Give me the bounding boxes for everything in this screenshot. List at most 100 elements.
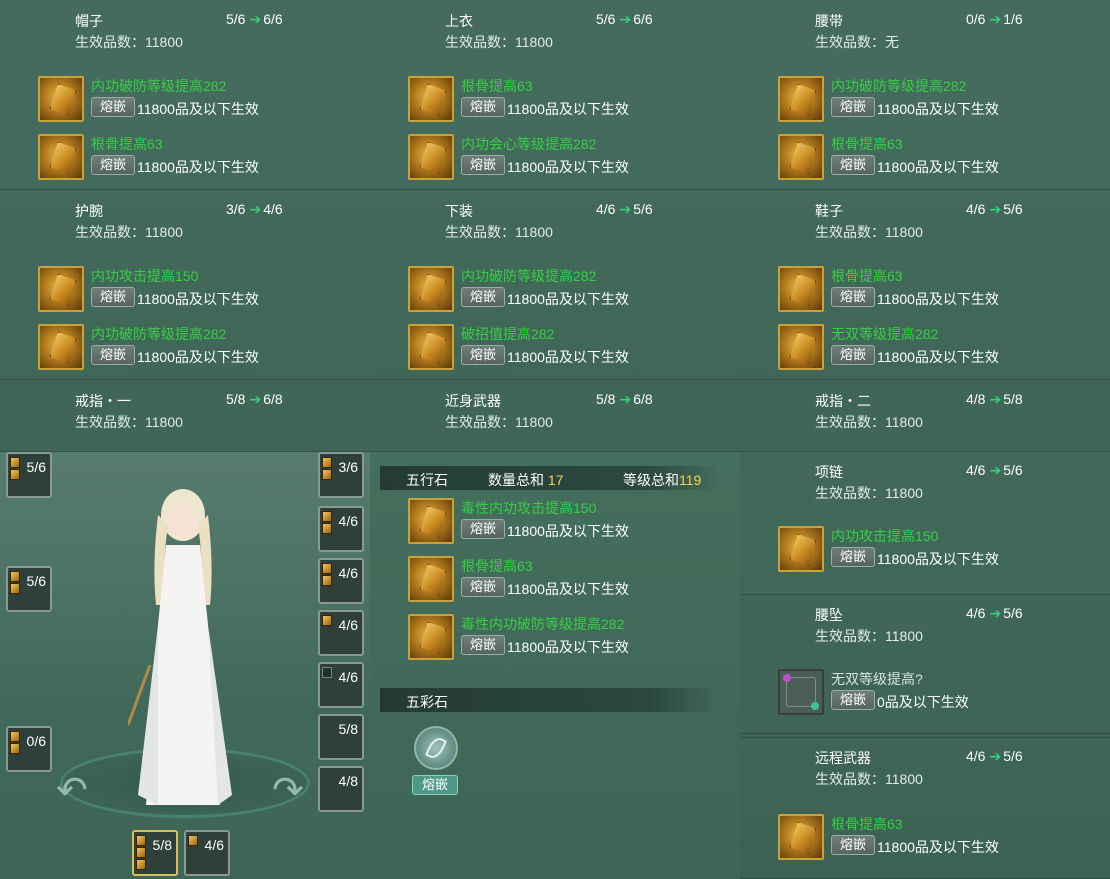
gem-name: 内功会心等级提高282 xyxy=(461,136,597,152)
gem-icon[interactable] xyxy=(38,324,84,370)
inlay-button[interactable]: 熔嵌 xyxy=(831,690,875,710)
equip-slot-bottom-2[interactable]: 4/6 xyxy=(184,830,230,876)
rotate-right-icon[interactable]: ↷ xyxy=(272,768,304,813)
gem-icon[interactable] xyxy=(778,266,824,312)
gem-icon[interactable] xyxy=(38,266,84,312)
gem-row: 无双等级提高282 熔嵌 11800品及以下生效 xyxy=(778,324,1108,374)
inlay-button[interactable]: 熔嵌 xyxy=(461,635,505,655)
inlay-button[interactable]: 熔嵌 xyxy=(91,97,135,117)
equip-slot-right-3[interactable]: 4/6 xyxy=(318,558,364,604)
gem-desc: 11800品及以下生效 xyxy=(877,101,999,117)
gem-icon[interactable] xyxy=(408,556,454,602)
slot-grade: 生效品数：11800 xyxy=(445,224,553,240)
gem-desc: 11800品及以下生效 xyxy=(877,839,999,855)
inlay-button[interactable]: 熔嵌 xyxy=(461,345,505,365)
inlay-button[interactable]: 熔嵌 xyxy=(91,345,135,365)
slot-progress: 4/8 ➔ 5/8 xyxy=(966,391,1023,407)
gem-icon[interactable] xyxy=(778,134,824,180)
gem-icon[interactable] xyxy=(408,498,454,544)
gem-row: 根骨提高63 熔嵌 11800品及以下生效 xyxy=(408,76,738,126)
gem-desc: 11800品及以下生效 xyxy=(137,291,259,307)
inlay-button[interactable]: 熔嵌 xyxy=(831,287,875,307)
equip-slot-left-1[interactable]: 5/6 xyxy=(6,452,52,498)
gem-desc: 11800品及以下生效 xyxy=(507,639,629,655)
gem-icon[interactable] xyxy=(778,76,824,122)
slot-name: 护腕 xyxy=(75,203,103,219)
gem-name: 内功破防等级提高282 xyxy=(91,326,227,342)
gem-row: 内功会心等级提高282 熔嵌 11800品及以下生效 xyxy=(408,134,738,184)
arrow-right-icon: ➔ xyxy=(619,11,632,27)
slot-name: 腰坠 xyxy=(815,607,843,623)
slot-name: 戒指・二 xyxy=(815,393,871,409)
equip-slot-bottom-1[interactable]: 5/8 xyxy=(132,830,178,876)
gem-row: 内功攻击提高150 熔嵌 11800品及以下生效 xyxy=(778,526,1108,576)
gem-icon[interactable] xyxy=(408,76,454,122)
gem-icon[interactable] xyxy=(408,614,454,660)
gem-name: 根骨提高63 xyxy=(461,78,533,94)
slot-progress: 4/6 ➔ 5/6 xyxy=(966,748,1023,764)
colored-stone-socket-icon[interactable] xyxy=(414,726,458,770)
gem-name: 无双等级提高282 xyxy=(831,326,939,342)
equip-slot-left-3[interactable]: 0/6 xyxy=(6,726,52,772)
inlay-button[interactable]: 熔嵌 xyxy=(831,835,875,855)
arrow-right-icon: ➔ xyxy=(249,201,262,217)
equip-slot-left-2[interactable]: 5/6 xyxy=(6,566,52,612)
inlay-button[interactable]: 熔嵌 xyxy=(831,97,875,117)
empty-gem-socket-icon[interactable] xyxy=(778,669,824,715)
rotate-left-icon[interactable]: ↶ xyxy=(56,768,88,813)
arrow-right-icon: ➔ xyxy=(619,391,632,407)
inlay-button[interactable]: 熔嵌 xyxy=(461,155,505,175)
gem-name: 内功破防等级提高282 xyxy=(461,268,597,284)
arrow-right-icon: ➔ xyxy=(989,605,1002,621)
slot-grade: 生效品数：11800 xyxy=(815,485,923,501)
gem-icon[interactable] xyxy=(38,76,84,122)
equip-slot-right-5[interactable]: 4/6 xyxy=(318,662,364,708)
slot-panel-belt: 腰带 0/6 ➔ 1/6 生效品数：无 内功破防等级提高282 熔嵌 11800品及… xyxy=(740,0,1110,190)
inlay-button[interactable]: 熔嵌 xyxy=(461,519,505,539)
gem-icon[interactable] xyxy=(778,526,824,572)
equip-slot-right-1[interactable]: 3/6 xyxy=(318,452,364,498)
inlay-button[interactable]: 熔嵌 xyxy=(831,155,875,175)
slot-panel-top: 上衣 5/6 ➔ 6/6 生效品数：11800 根骨提高63 熔嵌 11800品及以… xyxy=(370,0,740,190)
gem-name: 根骨提高63 xyxy=(831,816,903,832)
five-elements-header: 五行石 数量总和 17 等级总和119 xyxy=(380,466,718,490)
inlay-button[interactable]: 熔嵌 xyxy=(831,547,875,567)
gem-row: 内功破防等级提高282 熔嵌 11800品及以下生效 xyxy=(408,266,738,316)
equip-slot-right-7[interactable]: 4/8 xyxy=(318,766,364,812)
gem-row: 根骨提高63 熔嵌 11800品及以下生效 xyxy=(408,556,738,606)
inlay-button[interactable]: 熔嵌 xyxy=(461,577,505,597)
inlay-button[interactable]: 熔嵌 xyxy=(91,155,135,175)
gem-desc: 11800品及以下生效 xyxy=(137,159,259,175)
equip-slot-right-2[interactable]: 4/6 xyxy=(318,506,364,552)
gem-icon[interactable] xyxy=(408,324,454,370)
character-model xyxy=(128,489,232,805)
slot-progress: 5/6 ➔ 6/6 xyxy=(596,11,653,27)
equip-slot-right-6[interactable]: 5/8 xyxy=(318,714,364,760)
gem-name: 毒性内功破防等级提高282 xyxy=(461,616,625,632)
gem-desc: 11800品及以下生效 xyxy=(877,349,999,365)
slot-grade: 生效品数：11800 xyxy=(75,414,183,430)
colored-stone-inlay-button[interactable]: 熔嵌 xyxy=(412,775,458,795)
slot-panel-shoes: 鞋子 4/6 ➔ 5/6 生效品数：11800 根骨提高63 熔嵌 11800品及以… xyxy=(740,190,1110,380)
gem-row: 内功攻击提高150 熔嵌 11800品及以下生效 xyxy=(38,266,368,316)
slot-panel-pants: 下装 4/6 ➔ 5/6 生效品数：11800 内功破防等级提高282 熔嵌 118… xyxy=(370,190,740,380)
colored-stone-title: 五彩石 xyxy=(406,694,448,710)
gem-icon[interactable] xyxy=(778,814,824,860)
inlay-button[interactable]: 熔嵌 xyxy=(461,287,505,307)
slot-grade: 生效品数：11800 xyxy=(815,771,923,787)
slot-panel-waist-pendant: 腰坠 4/6 ➔ 5/6 生效品数：11800 无双等级提高? 熔嵌 0品及以下生效 xyxy=(740,594,1110,734)
equip-slot-right-4[interactable]: 4/6 xyxy=(318,610,364,656)
gem-name: 内功攻击提高150 xyxy=(91,268,199,284)
gem-icon[interactable] xyxy=(408,134,454,180)
inlay-button[interactable]: 熔嵌 xyxy=(831,345,875,365)
slot-panel-ring-two: 戒指・二 4/8 ➔ 5/8 生效品数：11800 xyxy=(740,380,1110,452)
colored-stone-header: 五彩石 xyxy=(380,688,718,712)
slot-progress: 5/6 ➔ 6/6 xyxy=(226,11,283,27)
gem-icon[interactable] xyxy=(38,134,84,180)
gem-icon[interactable] xyxy=(408,266,454,312)
gem-name: 根骨提高63 xyxy=(831,268,903,284)
gem-icon[interactable] xyxy=(778,324,824,370)
inlay-button[interactable]: 熔嵌 xyxy=(91,287,135,307)
inlay-button[interactable]: 熔嵌 xyxy=(461,97,505,117)
slot-grade: 生效品数：11800 xyxy=(75,224,183,240)
